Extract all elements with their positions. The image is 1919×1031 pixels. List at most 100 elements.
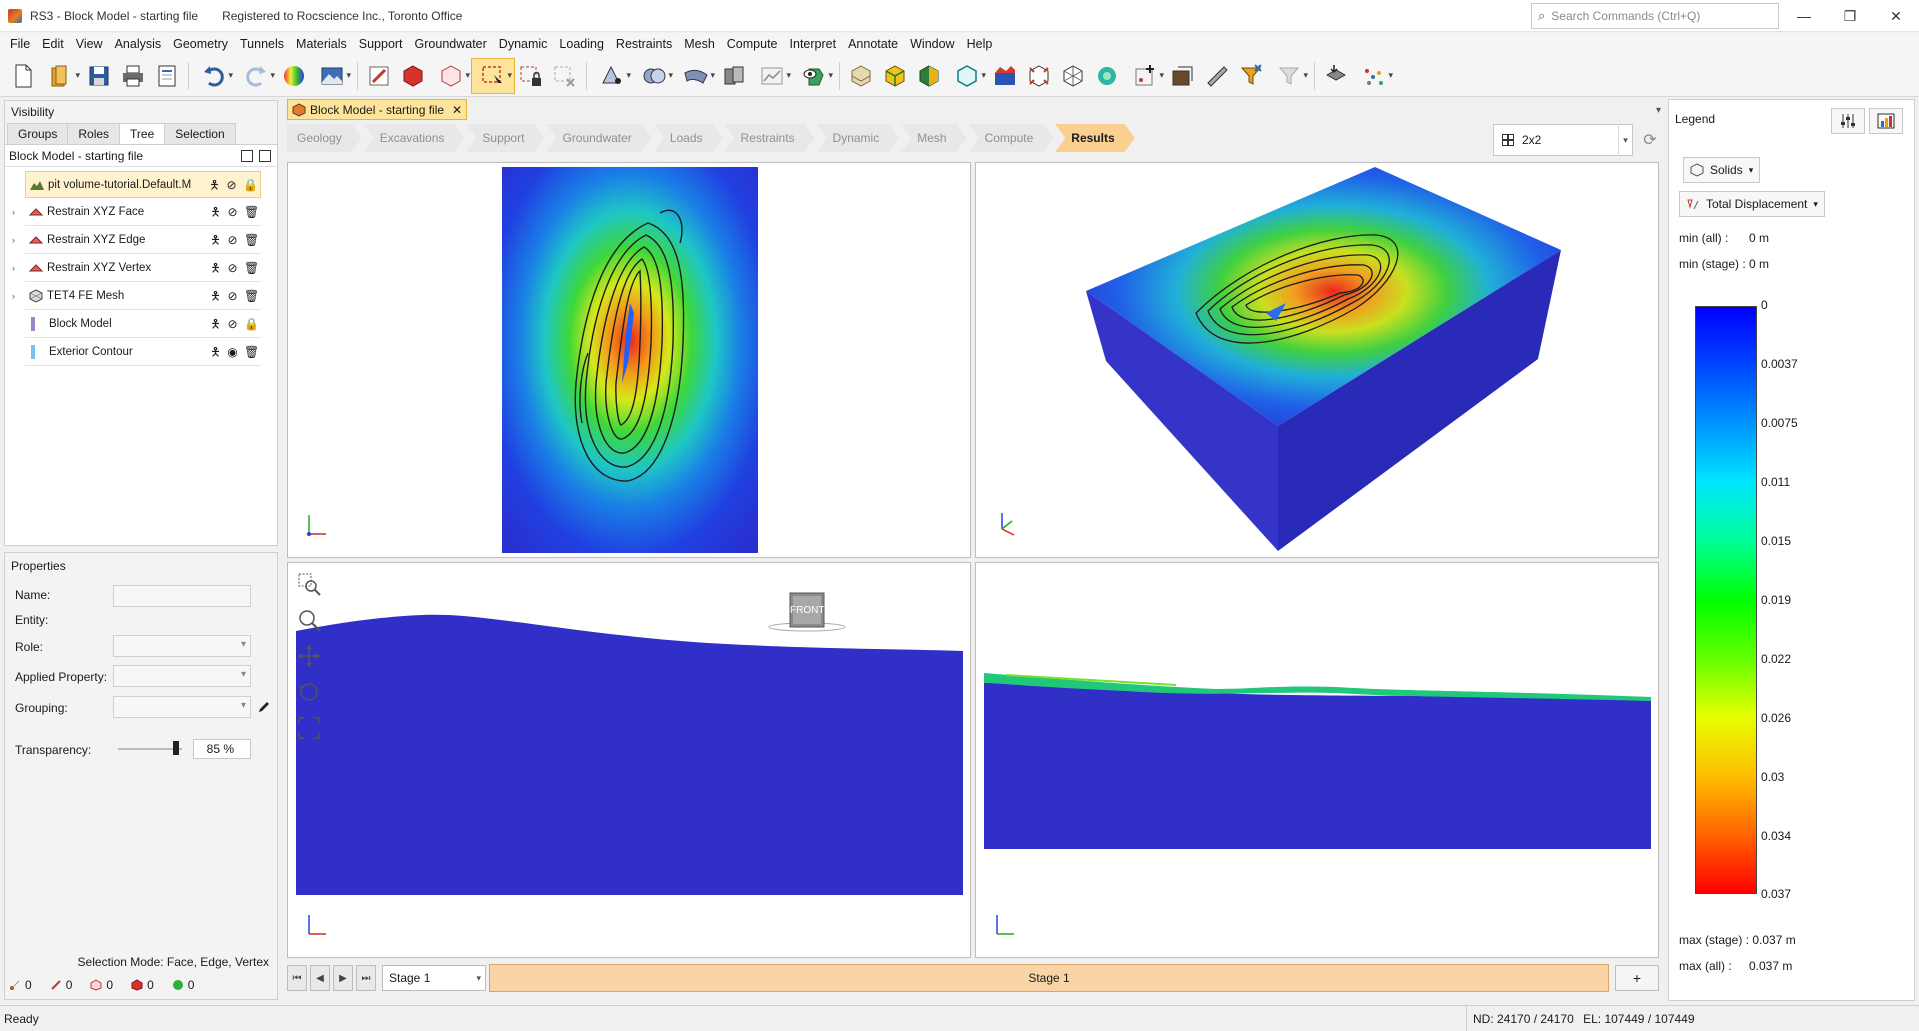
workflow-step-support[interactable]: Support (466, 124, 544, 152)
legend-settings-button[interactable] (1831, 108, 1865, 134)
pick-button[interactable] (362, 59, 396, 93)
mesh-box-button[interactable] (1056, 59, 1090, 93)
collapse-all-icon[interactable] (259, 149, 271, 162)
menu-loading[interactable]: Loading (553, 33, 610, 55)
zoom-icon[interactable] (296, 607, 322, 633)
tree-item-restrain-face[interactable]: › Restrain XYZ Face 🯅 ⊘ 🗑 (12, 199, 261, 226)
fit-view-icon[interactable] (296, 715, 322, 741)
workflow-step-restraints[interactable]: Restraints (725, 124, 815, 152)
tree-item-pit-volume[interactable]: pit volume-tutorial.Default.M 🯅 ⊘ 🔒 (25, 171, 261, 198)
pencil-icon[interactable] (257, 700, 271, 714)
delete-icon[interactable]: 🗑 (244, 290, 259, 302)
viewport-side-view[interactable] (975, 562, 1659, 958)
menu-view[interactable]: View (70, 33, 109, 55)
clear-select-button[interactable] (548, 59, 582, 93)
contour-box-button[interactable] (988, 59, 1022, 93)
expand-chevron-icon[interactable]: › (12, 263, 15, 273)
delete-icon[interactable]: 🗑 (244, 262, 259, 274)
tree-item-restrain-edge[interactable]: › Restrain XYZ Edge 🯅 ⊘ 🗑 (12, 227, 261, 254)
tab-overflow-icon[interactable]: ▾ (1656, 105, 1661, 116)
workflow-step-geology[interactable]: Geology (287, 124, 362, 152)
eye-hidden-icon[interactable]: ⊘ (227, 234, 238, 246)
pan-icon[interactable] (296, 643, 322, 669)
material-query-button[interactable] (1166, 59, 1200, 93)
visible-person-icon[interactable]: 🯅 (210, 206, 221, 218)
previous-stage-icon[interactable]: ◀ (310, 965, 330, 991)
geology-box-button[interactable] (844, 59, 878, 93)
workflow-step-results[interactable]: Results (1055, 124, 1134, 152)
visible-person-icon[interactable]: 🯅 (209, 179, 220, 191)
menu-dynamic[interactable]: Dynamic (493, 33, 554, 55)
document-tab[interactable]: Block Model - starting file ✕ (287, 99, 467, 120)
expand-chevron-icon[interactable]: › (12, 291, 15, 301)
eye-visible-icon[interactable]: ◉ (227, 346, 238, 358)
tab-tree[interactable]: Tree (119, 123, 166, 144)
name-field[interactable] (113, 585, 251, 607)
select-solid-button[interactable] (396, 59, 430, 93)
box-select-button[interactable] (471, 57, 515, 94)
menu-materials[interactable]: Materials (290, 33, 353, 55)
workflow-step-groundwater[interactable]: Groundwater (546, 124, 651, 152)
tab-roles[interactable]: Roles (67, 123, 121, 144)
workflow-step-excavations[interactable]: Excavations (364, 124, 465, 152)
workflow-step-dynamic[interactable]: Dynamic (817, 124, 900, 152)
new-file-button[interactable] (6, 59, 40, 93)
visible-person-icon[interactable]: 🯅 (210, 262, 221, 274)
viewport-3d-view[interactable] (975, 162, 1659, 558)
restraint-box-button[interactable] (1022, 59, 1056, 93)
refresh-icon[interactable]: ⟳ (1638, 128, 1662, 152)
viewport-top-view[interactable] (287, 162, 971, 558)
save-button[interactable] (82, 59, 116, 93)
workflow-step-loads[interactable]: Loads (654, 124, 723, 152)
menu-window[interactable]: Window (904, 33, 960, 55)
eye-hidden-icon[interactable]: ⊘ (227, 206, 238, 218)
redo-button[interactable] (235, 59, 277, 93)
transparency-slider-thumb[interactable] (173, 741, 179, 755)
tab-selection[interactable]: Selection (164, 123, 236, 144)
legend-chart-button[interactable] (1869, 108, 1903, 134)
undo-button[interactable] (193, 59, 235, 93)
export-button[interactable] (1319, 59, 1353, 93)
menu-compute[interactable]: Compute (721, 33, 784, 55)
delete-icon[interactable]: 🗑 (244, 346, 259, 358)
transparency-spinner[interactable]: 85 % (193, 739, 251, 759)
grouping-dropdown[interactable] (113, 696, 251, 718)
minimize-button[interactable]: — (1781, 0, 1827, 32)
report-button[interactable] (150, 59, 184, 93)
visible-person-icon[interactable]: 🯅 (210, 318, 221, 330)
print-button[interactable] (116, 59, 150, 93)
tree-item-block-model[interactable]: Block Model 🯅 ⊘ 🔒 (25, 311, 261, 338)
blob-button[interactable] (1090, 59, 1124, 93)
lock-icon[interactable]: 🔒 (244, 318, 259, 330)
role-dropdown[interactable] (113, 635, 251, 657)
menu-support[interactable]: Support (353, 33, 409, 55)
menu-file[interactable]: File (4, 33, 36, 55)
filter-options-button[interactable] (1268, 59, 1310, 93)
first-stage-icon[interactable]: ⏮ (287, 965, 307, 991)
tree-item-restrain-vertex[interactable]: › Restrain XYZ Vertex 🯅 ⊘ 🗑 (12, 255, 261, 282)
menu-groundwater[interactable]: Groundwater (409, 33, 493, 55)
workflow-step-mesh[interactable]: Mesh (901, 124, 966, 152)
filter-button[interactable] (1234, 59, 1268, 93)
select-wire-button[interactable] (430, 59, 472, 93)
chart-button[interactable] (751, 59, 793, 93)
restore-button[interactable]: ❐ (1827, 0, 1873, 32)
boolean-button[interactable] (633, 59, 675, 93)
eye-hidden-icon[interactable]: ⊘ (227, 262, 238, 274)
viewport-front-view[interactable]: FRONT (287, 562, 971, 958)
tab-groups[interactable]: Groups (7, 123, 69, 144)
expand-all-icon[interactable] (241, 149, 253, 162)
workflow-step-compute[interactable]: Compute (969, 124, 1054, 152)
lock-icon[interactable]: 🔒 (243, 179, 258, 191)
visibility-eye-button[interactable] (793, 59, 835, 93)
menu-edit[interactable]: Edit (36, 33, 70, 55)
stage-tab[interactable]: Stage 1 (489, 964, 1609, 992)
wireframe-box-button[interactable] (946, 59, 988, 93)
visible-person-icon[interactable]: 🯅 (210, 346, 221, 358)
background-image-button[interactable] (311, 59, 353, 93)
visible-person-icon[interactable]: 🯅 (210, 290, 221, 302)
half-box-button[interactable] (912, 59, 946, 93)
eye-hidden-icon[interactable]: ⊘ (227, 318, 238, 330)
search-commands-input[interactable]: ⌕ Search Commands (Ctrl+Q) (1531, 3, 1779, 29)
menu-annotate[interactable]: Annotate (842, 33, 904, 55)
